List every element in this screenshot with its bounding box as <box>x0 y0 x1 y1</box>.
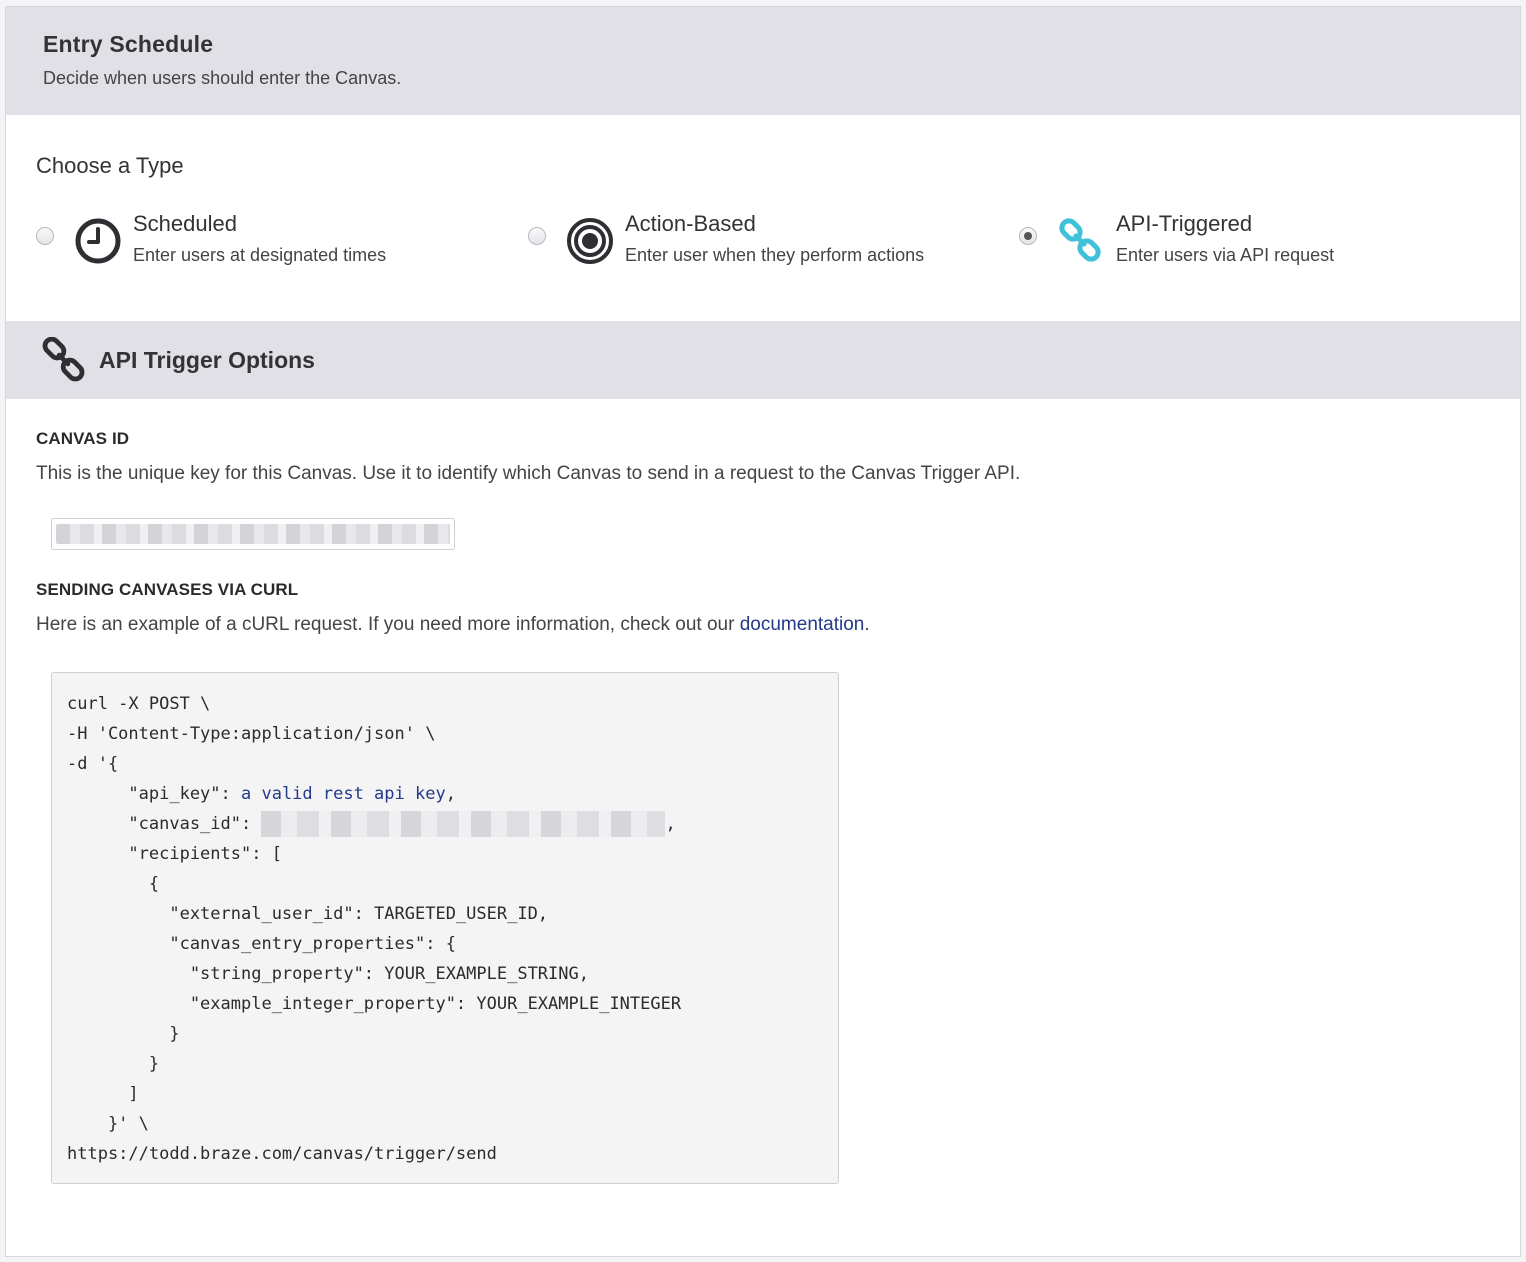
code-line: "example_integer_property": YOUR_EXAMPLE… <box>67 994 682 1014</box>
curl-description: Here is an example of a cURL request. If… <box>36 614 1490 636</box>
choose-type-label: Choose a Type <box>36 153 184 178</box>
link-icon <box>42 337 85 382</box>
code-canvas-id-label: "canvas_id": <box>67 814 262 834</box>
code-api-key-value: a valid rest api key <box>241 784 446 804</box>
curl-code-block[interactable]: curl -X POST \ -H 'Content-Type:applicat… <box>51 672 839 1184</box>
action-based-title: Action-Based <box>625 211 756 236</box>
canvas-id-field[interactable] <box>51 518 455 550</box>
api-trigger-options-title: API Trigger Options <box>99 346 315 373</box>
code-line: -H 'Content-Type:application/json' \ <box>67 724 436 744</box>
scheduled-description: Enter users at designated times <box>133 245 387 265</box>
curl-description-text: Here is an example of a cURL request. If… <box>36 614 740 635</box>
code-api-key-label: "api_key": <box>67 784 241 804</box>
entry-schedule-panel: Entry Schedule Decide when users should … <box>5 6 1521 1257</box>
code-line: https://todd.braze.com/canvas/trigger/se… <box>67 1144 497 1164</box>
canvas-id-description: This is the unique key for this Canvas. … <box>36 463 1021 484</box>
code-line: "string_property": YOUR_EXAMPLE_STRING, <box>67 964 589 984</box>
code-line: "recipients": [ <box>67 844 282 864</box>
code-line-api-key: "api_key": a valid rest api key, <box>67 779 823 809</box>
code-canvas-id-comma: , <box>665 814 676 834</box>
code-line: } <box>67 1054 160 1074</box>
entry-schedule-header: Entry Schedule Decide when users should … <box>6 7 1520 115</box>
code-line: ] <box>67 1084 139 1104</box>
api-triggered-description: Enter users via API request <box>1116 245 1335 265</box>
code-canvas-id-redacted <box>261 811 666 837</box>
api-trigger-options-header: API Trigger Options <box>6 321 1520 399</box>
code-line: "canvas_entry_properties": { <box>67 934 456 954</box>
documentation-link[interactable]: documentation <box>740 614 865 635</box>
type-option-scheduled[interactable]: Scheduled Enter users at designated time… <box>36 207 456 267</box>
api-triggered-title: API-Triggered <box>1116 211 1253 236</box>
choose-type-section: Choose a Type Scheduled Enter users at d… <box>6 115 1520 321</box>
code-line-canvas-id: "canvas_id": , <box>67 809 823 839</box>
scheduled-radio[interactable] <box>36 227 54 245</box>
code-line: "external_user_id": TARGETED_USER_ID, <box>67 904 549 924</box>
curl-description-end: . <box>864 614 870 635</box>
target-icon <box>567 218 613 264</box>
clock-icon <box>75 218 121 264</box>
entry-schedule-subtitle: Decide when users should enter the Canva… <box>43 68 402 88</box>
link-icon <box>1059 218 1101 262</box>
type-option-api-triggered[interactable]: API-Triggered Enter users via API reques… <box>1019 207 1399 267</box>
canvas-id-redacted-value <box>56 524 450 544</box>
curl-heading: SENDING CANVASES VIA CURL <box>36 580 299 599</box>
action-based-radio[interactable] <box>528 227 546 245</box>
api-triggered-radio[interactable] <box>1019 227 1037 245</box>
code-line: } <box>67 1024 180 1044</box>
code-line: { <box>67 874 160 894</box>
api-trigger-options-body: CANVAS ID This is the unique key for thi… <box>6 399 1520 1184</box>
type-option-action-based[interactable]: Action-Based Enter user when they perfor… <box>528 207 988 267</box>
entry-schedule-title: Entry Schedule <box>43 31 214 57</box>
canvas-id-heading: CANVAS ID <box>36 429 130 448</box>
code-line: -d '{ <box>67 754 119 774</box>
action-based-description: Enter user when they perform actions <box>625 245 925 265</box>
scheduled-title: Scheduled <box>133 211 237 236</box>
code-api-key-comma: , <box>445 784 456 804</box>
code-line: curl -X POST \ <box>67 694 211 714</box>
code-line: }' \ <box>67 1114 149 1134</box>
